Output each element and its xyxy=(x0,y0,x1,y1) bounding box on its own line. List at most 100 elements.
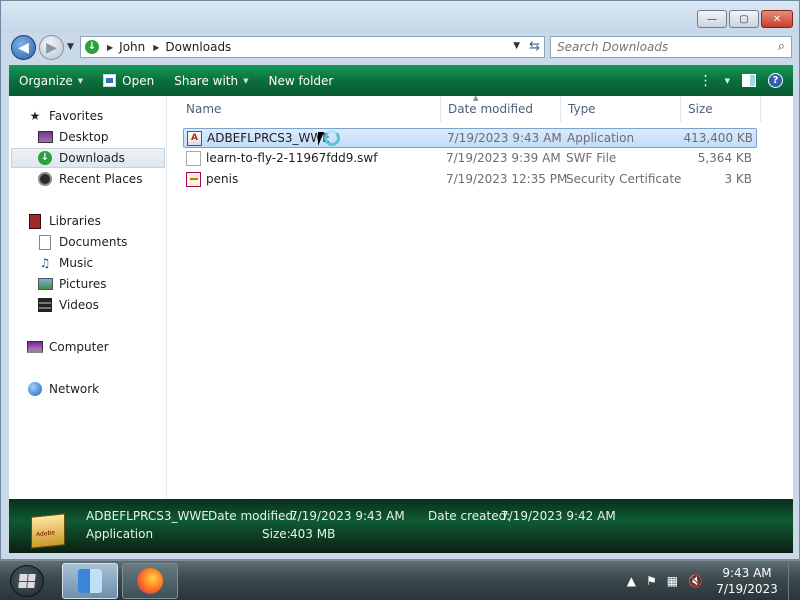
details-size: 403 MB xyxy=(290,527,336,541)
nav-desktop-label: Desktop xyxy=(59,130,109,144)
nav-music[interactable]: ♫ Music xyxy=(37,253,94,273)
clock-date: 7/19/2023 xyxy=(716,582,778,596)
open-icon xyxy=(103,74,117,87)
title-bar[interactable]: — ▢ ✕ xyxy=(1,1,799,33)
nav-videos-label: Videos xyxy=(59,298,99,312)
file-list: ▲ Name Date modified Type Size ADBEFLPRC… xyxy=(175,94,793,499)
details-date-created-label: Date created: xyxy=(428,509,511,523)
navigation-row: ◀ ▶ ▼ ↓ ▶ John ▶ Downloads ▼ ⇆ ⌕ xyxy=(1,33,799,63)
nav-videos[interactable]: Videos xyxy=(37,295,99,315)
open-label: Open xyxy=(122,73,155,88)
nav-favorites[interactable]: ★ Favorites xyxy=(27,106,104,126)
column-header-date-modified[interactable]: Date modified xyxy=(441,96,561,122)
file-name: learn-to-fly-2-11967fdd9.swf xyxy=(206,151,378,165)
mouse-cursor-icon xyxy=(318,132,324,146)
network-icon xyxy=(28,382,42,396)
details-file-name: ADBEFLPRCS3_WWE xyxy=(86,509,209,523)
forward-button[interactable]: ▶ xyxy=(39,35,64,60)
close-button[interactable]: ✕ xyxy=(761,10,793,28)
nav-downloads[interactable]: ↓ Downloads xyxy=(11,148,165,168)
refresh-icon[interactable]: ⇆ xyxy=(529,39,540,54)
network-status-icon[interactable]: ▦ xyxy=(667,574,678,588)
help-icon[interactable]: ? xyxy=(768,73,783,88)
command-bar: Organize ▼ Open Share with ▼ New folder ⋮ … xyxy=(9,65,793,96)
taskbar-explorer-button[interactable] xyxy=(62,563,118,599)
details-date-modified-label: Date modified: xyxy=(208,509,298,523)
file-type: SWF File xyxy=(566,151,617,165)
nav-network-label: Network xyxy=(49,382,100,396)
recent-pages-dropdown[interactable]: ▼ xyxy=(67,42,74,52)
clock[interactable]: 9:43 AM 7/19/2023 xyxy=(712,565,782,597)
videos-icon xyxy=(38,298,52,312)
breadcrumb-john[interactable]: John xyxy=(119,40,145,54)
view-options-dropdown-icon[interactable]: ▼ xyxy=(725,77,730,85)
breadcrumb-separator-icon[interactable]: ▶ xyxy=(153,43,159,52)
minimize-button[interactable]: — xyxy=(697,10,727,28)
search-box[interactable]: ⌕ xyxy=(550,36,792,58)
address-bar[interactable]: ↓ ▶ John ▶ Downloads ▼ ⇆ xyxy=(80,36,545,58)
taskbar: ▲ ⚑ ▦ 🔇 9:43 AM 7/19/2023 xyxy=(0,560,800,600)
application-icon xyxy=(187,131,202,146)
open-button[interactable]: Open xyxy=(93,65,164,96)
system-tray: ▲ ⚑ ▦ 🔇 9:43 AM 7/19/2023 xyxy=(622,561,800,600)
address-dropdown-icon[interactable]: ▼ xyxy=(513,41,520,51)
file-row[interactable]: learn-to-fly-2-11967fdd9.swf 7/19/2023 9… xyxy=(183,149,757,169)
breadcrumb-separator-icon[interactable]: ▶ xyxy=(107,43,113,52)
command-bar-right: ⋮ ▼ ? xyxy=(699,65,783,96)
change-view-icon[interactable]: ⋮ xyxy=(699,73,713,89)
downloads-icon: ↓ xyxy=(85,40,99,54)
back-button[interactable]: ◀ xyxy=(11,35,36,60)
file-name: penis xyxy=(206,172,239,186)
taskbar-firefox-button[interactable] xyxy=(122,563,178,599)
arrow-left-icon: ◀ xyxy=(18,39,29,56)
details-size-label: Size: xyxy=(262,527,291,541)
pictures-icon xyxy=(37,278,53,290)
file-row[interactable]: ADBEFLPRCS3_WWE 7/19/2023 9:43 AM Applic… xyxy=(183,128,757,148)
downloads-icon: ↓ xyxy=(38,151,52,165)
breadcrumb-downloads[interactable]: Downloads xyxy=(165,40,231,54)
preview-pane-icon[interactable] xyxy=(742,74,756,87)
nav-documents[interactable]: Documents xyxy=(37,232,127,252)
show-desktop-button[interactable] xyxy=(788,561,800,600)
application-large-icon xyxy=(27,503,69,549)
volume-muted-icon[interactable]: 🔇 xyxy=(688,574,703,588)
nav-recent-places[interactable]: Recent Places xyxy=(37,169,142,189)
action-center-flag-icon[interactable]: ⚑ xyxy=(646,574,657,588)
arrow-right-icon: ▶ xyxy=(46,39,57,56)
show-hidden-icons-icon[interactable]: ▲ xyxy=(627,574,636,588)
documents-icon xyxy=(39,234,51,250)
recent-places-icon xyxy=(38,172,52,186)
nav-music-label: Music xyxy=(59,256,94,270)
start-button[interactable] xyxy=(10,565,44,597)
details-date-modified: 7/19/2023 9:43 AM xyxy=(290,509,405,523)
nav-computer[interactable]: Computer xyxy=(27,337,109,357)
column-header-date-label: Date modified xyxy=(448,102,534,116)
file-size: 5,364 KB xyxy=(697,151,752,165)
favorites-star-icon: ★ xyxy=(29,109,41,123)
nav-network[interactable]: Network xyxy=(27,379,99,399)
column-header-size[interactable]: Size xyxy=(681,96,761,122)
desktop-icon xyxy=(37,131,53,143)
nav-libraries[interactable]: Libraries xyxy=(27,211,101,231)
column-header-name[interactable]: Name xyxy=(179,96,441,122)
file-row[interactable]: penis 7/19/2023 12:35 PM Security Certif… xyxy=(183,170,757,190)
column-header-name-label: Name xyxy=(186,102,222,116)
content-area: ★ Favorites Desktop ↓ Downloads Recent Pla… xyxy=(9,94,793,499)
new-folder-label: New folder xyxy=(268,73,334,88)
nav-documents-label: Documents xyxy=(59,235,128,249)
column-header-type[interactable]: Type xyxy=(561,96,681,122)
column-header-size-label: Size xyxy=(688,102,713,116)
explorer-window: — ▢ ✕ ◀ ▶ ▼ ↓ ▶ John ▶ Downloads ▼ ⇆ ⌕ O… xyxy=(0,0,800,560)
new-folder-button[interactable]: New folder xyxy=(259,65,344,96)
busy-spinner-icon xyxy=(324,130,340,146)
nav-favorites-label: Favorites xyxy=(49,109,104,123)
organize-button[interactable]: Organize ▼ xyxy=(9,65,93,96)
search-icon[interactable]: ⌕ xyxy=(778,39,785,54)
share-with-button[interactable]: Share with ▼ xyxy=(164,65,258,96)
certificate-icon xyxy=(186,172,201,187)
window-controls: — ▢ ✕ xyxy=(697,10,793,28)
maximize-button[interactable]: ▢ xyxy=(729,10,759,28)
nav-pictures[interactable]: Pictures xyxy=(37,274,107,294)
search-input[interactable] xyxy=(551,37,761,57)
nav-desktop[interactable]: Desktop xyxy=(37,127,109,147)
